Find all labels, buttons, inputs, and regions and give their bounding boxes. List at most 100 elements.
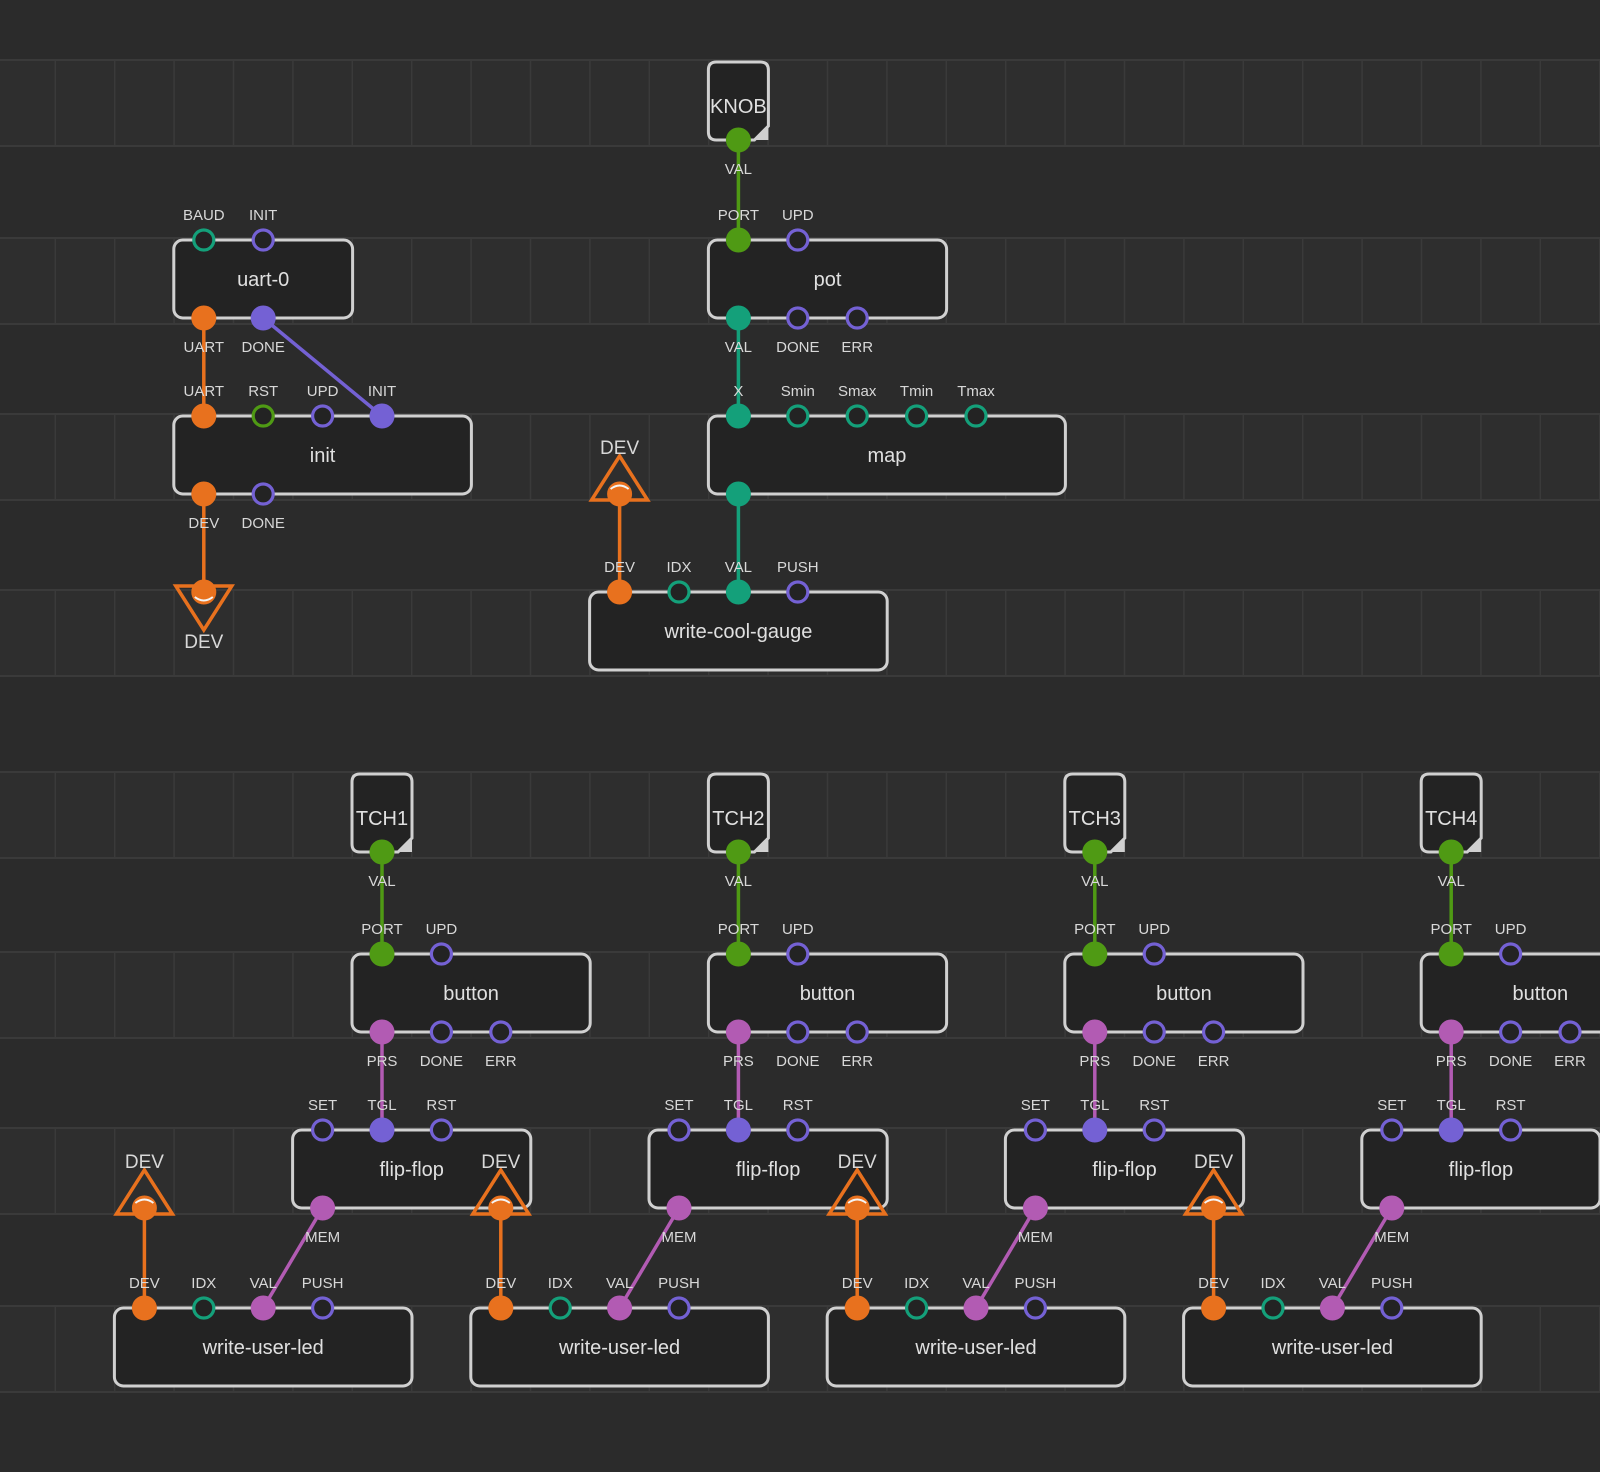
input-pin-dev[interactable] [844, 1295, 870, 1321]
pin-val[interactable] [369, 839, 395, 865]
link-byte[interactable] [618, 1207, 681, 1309]
pin-val[interactable] [1438, 839, 1464, 865]
input-pin-port[interactable] [725, 941, 751, 967]
input-pin-port[interactable] [725, 227, 751, 253]
patch-diagram[interactable]: KNOB VAL uart-0 BAUD INIT UART DONE init UART RST… [0, 0, 1600, 1472]
input-pin-dev[interactable] [607, 579, 633, 605]
node-init[interactable]: init UART RST UPD INIT DEV DONE [172, 383, 473, 532]
output-pin-mem[interactable] [310, 1195, 336, 1221]
output-pin-prs[interactable] [725, 1019, 751, 1045]
output-pin-err[interactable] [489, 1020, 513, 1044]
output-pin-done[interactable] [251, 482, 275, 506]
input-pin-set[interactable] [1023, 1118, 1048, 1142]
input-pin-tgl[interactable] [369, 1117, 395, 1143]
node-write-user-led[interactable]: write-user-led DEV IDX VAL PUSH [825, 1275, 1127, 1388]
output-pin-err[interactable] [1558, 1020, 1582, 1044]
output-pin-err[interactable] [845, 306, 869, 330]
node-write-user-led[interactable]: write-user-led DEV IDX VAL PUSH [112, 1275, 414, 1388]
input-pin-uart[interactable] [191, 403, 217, 429]
input-pin-push[interactable] [786, 580, 810, 604]
link-byte[interactable] [1330, 1207, 1394, 1309]
node-write-cool-gauge[interactable]: write-cool-gauge DEV IDX VAL PUSH [588, 559, 889, 672]
input-pin-upd[interactable] [786, 228, 810, 252]
input-pin-tmax[interactable] [964, 404, 988, 428]
input-pin-smax[interactable] [845, 404, 869, 428]
input-pin-upd[interactable] [311, 404, 335, 428]
input-pin-val[interactable] [963, 1295, 989, 1321]
input-pin-rst[interactable] [786, 1118, 810, 1142]
input-pin-val[interactable] [250, 1295, 276, 1321]
node-uart-0[interactable]: uart-0 BAUD INIT UART DONE [172, 207, 355, 356]
output-pin-err[interactable] [845, 1020, 869, 1044]
node-map[interactable]: map X Smin Smax Tmin Tmax [706, 383, 1067, 507]
input-pin-set[interactable] [311, 1118, 335, 1142]
input-pin-val[interactable] [725, 579, 751, 605]
output-pin-dev[interactable] [191, 481, 217, 507]
input-pin-idx[interactable] [667, 580, 691, 604]
input-pin-idx[interactable] [904, 1296, 929, 1320]
output-pin-prs[interactable] [1082, 1019, 1108, 1045]
input-pin-baud[interactable] [192, 228, 216, 252]
output-pin-done[interactable] [429, 1020, 453, 1044]
output-pin-done[interactable] [1498, 1020, 1523, 1044]
node-button[interactable]: button PORT UPD PRS DONE ERR [1419, 921, 1600, 1070]
output-pin-mem[interactable] [666, 1195, 692, 1221]
input-pin-init[interactable] [251, 228, 275, 252]
input-pin-smin[interactable] [786, 404, 810, 428]
node-knob[interactable]: KNOB VAL [706, 60, 770, 178]
output-pin-prs[interactable] [1438, 1019, 1464, 1045]
input-pin-val[interactable] [1319, 1295, 1345, 1321]
node-button[interactable]: button PORT UPD PRS DONE ERR [350, 921, 592, 1070]
input-pin-tgl[interactable] [725, 1117, 751, 1143]
output-pin-mem[interactable] [1379, 1195, 1405, 1221]
input-pin-dev[interactable] [131, 1295, 157, 1321]
node-tch2[interactable]: TCH2 VAL [706, 772, 770, 890]
node-tch4[interactable]: TCH4 VAL [1419, 772, 1483, 890]
node-tch1[interactable]: TCH1 VAL [350, 772, 414, 890]
pin-val[interactable] [725, 839, 751, 865]
node-pot[interactable]: pot PORT UPD VAL DONE ERR [706, 207, 949, 356]
input-pin-port[interactable] [369, 941, 395, 967]
input-pin-push[interactable] [1023, 1296, 1048, 1320]
input-pin-tgl[interactable] [1082, 1117, 1108, 1143]
input-pin-set[interactable] [1380, 1118, 1404, 1142]
output-pin-done[interactable] [786, 306, 810, 330]
output-pin-done[interactable] [786, 1020, 810, 1044]
input-pin-val[interactable] [607, 1295, 633, 1321]
output-pin-out[interactable] [725, 481, 751, 507]
input-pin-dev[interactable] [488, 1295, 514, 1321]
input-pin-dev[interactable] [1201, 1295, 1227, 1321]
input-pin-port[interactable] [1438, 941, 1464, 967]
output-pin-done[interactable] [250, 305, 276, 331]
node-tch3[interactable]: TCH3 VAL [1063, 772, 1127, 890]
input-pin-idx[interactable] [192, 1296, 216, 1320]
input-pin-push[interactable] [1380, 1296, 1404, 1320]
node-button[interactable]: button PORT UPD PRS DONE ERR [706, 921, 949, 1070]
patch-canvas[interactable]: KNOB VAL uart-0 BAUD INIT UART DONE init UART RST… [0, 0, 1600, 1472]
node-button[interactable]: button PORT UPD PRS DONE ERR [1063, 921, 1305, 1070]
input-pin-port[interactable] [1082, 941, 1108, 967]
input-pin-rst[interactable] [251, 404, 275, 428]
input-pin-upd[interactable] [429, 942, 453, 966]
node-flip-flop[interactable]: flip-flop SET TGL RST MEM [1360, 1097, 1600, 1246]
input-pin-rst[interactable] [429, 1118, 453, 1142]
input-pin-set[interactable] [667, 1118, 691, 1142]
input-pin-init[interactable] [369, 403, 395, 429]
pin-val[interactable] [725, 127, 751, 153]
input-pin-upd[interactable] [1498, 942, 1523, 966]
output-pin-err[interactable] [1201, 1020, 1226, 1044]
link-byte[interactable] [974, 1207, 1037, 1309]
input-pin-idx[interactable] [1261, 1296, 1285, 1320]
node-write-user-led[interactable]: write-user-led DEV IDX VAL PUSH [1182, 1275, 1483, 1388]
input-pin-push[interactable] [311, 1296, 335, 1320]
output-pin-mem[interactable] [1022, 1195, 1048, 1221]
link-pulse[interactable] [262, 316, 384, 418]
pin-val[interactable] [1082, 839, 1108, 865]
link-byte[interactable] [261, 1207, 325, 1309]
output-pin-val[interactable] [725, 305, 751, 331]
output-pin-prs[interactable] [369, 1019, 395, 1045]
input-pin-tmin[interactable] [904, 404, 929, 428]
input-pin-x[interactable] [725, 403, 751, 429]
input-pin-upd[interactable] [1142, 942, 1166, 966]
output-pin-uart[interactable] [191, 305, 217, 331]
